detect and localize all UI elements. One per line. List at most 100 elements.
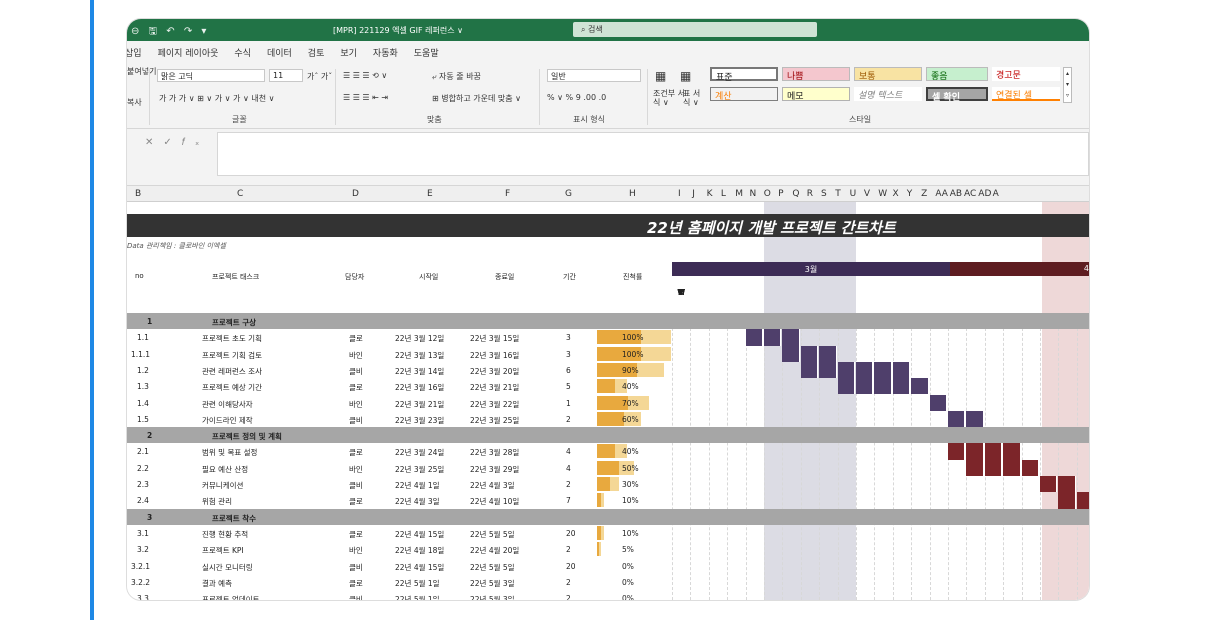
row-progress: 40% [622,447,639,457]
row-owner: 클로 [349,448,363,458]
table-row[interactable]: 1.1.1 프로젝트 기획 검토 바인 22년 3월 13일 22년 3월 16일 3 10… [127,346,1089,362]
font-format-row[interactable]: 가 가 가 ∨ ⊞ ∨ 가 ∨ 가 ∨ 내천 ∨ [159,93,274,104]
phase-row[interactable]: 3 프로젝트 착수 [127,508,1089,525]
column-header-A[interactable]: A [993,189,999,199]
excel-window: ⊖ 🖫 ↶ ↷ ▾ [MPR] 221129 엑셀 GIF 레퍼런스 ∨ ⌕ 검… [127,19,1089,600]
quick-access-icons[interactable]: ⊖ 🖫 ↶ ↷ ▾ [131,24,209,41]
row-task: 관련 이해당사자 [202,399,253,409]
number-format-buttons[interactable]: % ∨ % 9 .00 .0 [547,93,606,102]
ribbon-tab-4[interactable]: 검토 [308,46,325,60]
column-header-T[interactable]: T [835,189,841,199]
column-header-H[interactable]: H [629,189,636,199]
table-row[interactable]: 1.3 프로젝트 예상 기간 클로 22년 3월 16일 22년 3월 21일 5 40% [127,378,1089,394]
cond-format-icon[interactable]: ▦ [655,69,666,83]
wrap-text-button[interactable]: ⤶ 자동 줄 바꿈 [432,71,481,82]
column-header-E[interactable]: E [427,189,433,199]
style-normal[interactable]: 표준 [710,67,778,83]
ribbon-tab-1[interactable]: 페이지 레이아웃 [158,46,219,60]
table-row[interactable]: 1.1 프로젝트 초도 기획 클로 22년 3월 12일 22년 3월 15일 3 100% [127,329,1089,345]
column-header-I[interactable]: I [678,189,681,199]
column-header-N[interactable]: N [750,189,757,199]
style-linked[interactable]: 연결된 셀 [992,87,1060,101]
table-row[interactable]: 2.2 필요 예산 산정 바인 22년 3월 25일 22년 3월 29일 4 50% [127,460,1089,476]
copy-label[interactable]: 복사 [127,97,142,108]
ribbon-tab-5[interactable]: 보기 [340,46,357,60]
table-row[interactable]: 1.2 관련 레퍼런스 조사 클비 22년 3월 14일 22년 3월 20일 6 90% [127,362,1089,378]
ribbon-tab-6[interactable]: 자동화 [373,46,398,60]
formula-input[interactable] [217,132,1089,176]
style-neutral[interactable]: 보통 [854,67,922,82]
font-size-select[interactable]: 11 [269,69,303,82]
table-row[interactable]: 3.2.1 실시간 모니터링 클비 22년 4월 15일 22년 5월 5일 20 0% [127,558,1089,574]
column-header-Y[interactable]: Y [907,189,913,199]
style-check[interactable]: 셀 확인 [926,87,988,103]
row-end: 22년 3월 25일 [470,415,520,425]
table-row[interactable]: 1.5 가이드라인 제작 클비 22년 3월 23일 22년 3월 25일 2 60% [127,411,1089,427]
column-header-S[interactable]: S [821,189,827,199]
ribbon-tab-0[interactable]: 삽입 [127,46,142,60]
column-header-O[interactable]: O [764,189,771,199]
table-row[interactable]: 2.1 범위 및 목표 설정 클로 22년 3월 24일 22년 3월 28일 4 40% [127,443,1089,459]
document-title[interactable]: [MPR] 221129 엑셀 GIF 레퍼런스 ∨ [333,25,463,36]
table-row[interactable]: 2.3 커뮤니케이션 클비 22년 4월 1일 22년 4월 3일 2 30% [127,476,1089,492]
column-header-K[interactable]: K [707,189,713,199]
table-row[interactable]: 2.4 위험 관리 클로 22년 4월 3일 22년 4월 10일 7 10% [127,492,1089,508]
align-bottom-icons[interactable]: ☰ ☰ ☰ ⇤ ⇥ [343,93,388,102]
style-memo[interactable]: 메모 [782,87,850,102]
table-format-label[interactable]: 표 서식 ∨ [683,89,707,107]
column-header-AD[interactable]: AD [978,189,991,199]
style-explain[interactable]: 설명 텍스트 [854,87,922,101]
column-header-B[interactable]: B [135,189,141,199]
ribbon-tab-2[interactable]: 수식 [234,46,251,60]
table-row[interactable]: 1.4 관련 이해당사자 바인 22년 3월 21일 22년 3월 22일 1 70% [127,395,1089,411]
ribbon-tab-3[interactable]: 데이터 [267,46,292,60]
column-header-F[interactable]: F [505,189,510,199]
row-duration: 4 [566,463,571,473]
search-box[interactable]: ⌕ 검색 [573,22,817,37]
row-duration: 1 [566,398,571,408]
row-no: 3.3 [137,594,149,600]
cond-format-label[interactable]: 조건부 서식 ∨ [653,89,685,107]
paste-label[interactable]: 붙여넣기 [127,66,156,77]
ribbon-tab-7[interactable]: 도움말 [414,46,439,60]
column-header-AB[interactable]: AB [950,189,962,199]
column-header-P[interactable]: P [778,189,783,199]
column-header-Z[interactable]: Z [921,189,927,199]
merge-button[interactable]: ⊞ 병합하고 가운데 맞춤 ∨ [432,93,521,104]
font-grow-buttons[interactable]: 가ˆ 가ˇ [307,71,332,82]
column-header-Q[interactable]: Q [792,189,799,199]
table-row[interactable]: 3.2 프로젝트 KPI 바인 22년 4월 18일 22년 4월 20일 2 5% [127,541,1089,557]
column-header-R[interactable]: R [807,189,813,199]
worksheet[interactable]: 22년 홈페이지 개발 프로젝트 간트차트 Data 관리책임 : 클로바인 이… [127,202,1089,600]
formula-icons[interactable]: ✕✓𝑓ₓ [145,137,209,148]
table-format-icon[interactable]: ▦ [680,69,691,83]
column-header-X[interactable]: X [893,189,899,199]
column-header-AA[interactable]: AA [935,189,948,199]
column-header-AC[interactable]: AC [964,189,976,199]
table-row[interactable]: 3.1 진행 현황 추적 클로 22년 4월 15일 22년 5월 5일 20 10% [127,525,1089,541]
phase-row[interactable]: 2 프로젝트 정의 및 계획 [127,427,1089,444]
column-header-V[interactable]: V [864,189,870,199]
column-header-U[interactable]: U [850,189,857,199]
column-header-J[interactable]: J [692,189,695,199]
column-header-D[interactable]: D [352,189,359,199]
style-calc[interactable]: 계산 [710,87,778,102]
table-row[interactable]: 3.3 프로젝트 업데이트 클비 22년 5월 1일 22년 5월 3일 2 0% [127,590,1089,600]
style-bad[interactable]: 나쁨 [782,67,850,82]
column-header-G[interactable]: G [565,189,572,199]
phase-row[interactable]: 1 프로젝트 구상 [127,313,1089,330]
row-task: 프로젝트 업데이트 [202,595,260,600]
column-header-C[interactable]: C [237,189,243,199]
row-no: 3.2.1 [131,561,151,571]
column-header-W[interactable]: W [878,189,887,199]
column-header-L[interactable]: L [721,189,726,199]
style-warning[interactable]: 경고문 [992,67,1060,81]
align-top-icons[interactable]: ☰ ☰ ☰ ⟲ ∨ [343,71,387,80]
row-no: 3.1 [137,528,149,538]
column-header-M[interactable]: M [735,189,743,199]
table-row[interactable]: 3.2.2 결과 예측 클로 22년 5월 1일 22년 5월 3일 2 0% [127,574,1089,590]
style-good[interactable]: 좋음 [926,67,988,82]
style-scroll-icon[interactable]: ▴ ▾ ▿ [1063,67,1072,103]
font-name-select[interactable]: 맑은 고딕 [157,69,265,82]
number-format-select[interactable]: 일반 [547,69,641,82]
